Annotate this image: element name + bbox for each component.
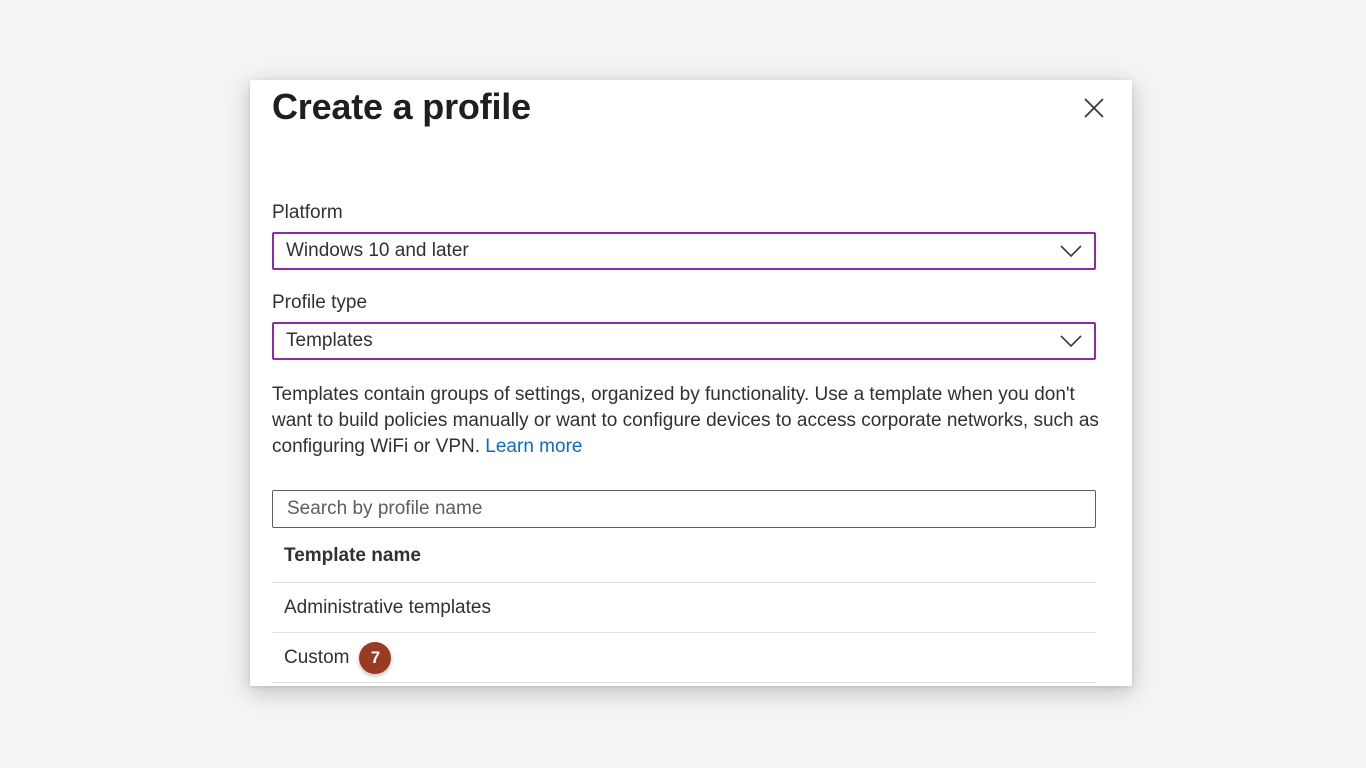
learn-more-link[interactable]: Learn more bbox=[485, 436, 582, 457]
description-text: Templates contain groups of settings, or… bbox=[272, 384, 1099, 457]
dialog-title: Create a profile bbox=[272, 86, 531, 127]
table-row[interactable]: Administrative templates bbox=[272, 583, 1096, 633]
template-name: Administrative templates bbox=[284, 596, 491, 618]
chevron-down-icon bbox=[1060, 245, 1082, 258]
search-input[interactable] bbox=[285, 491, 1079, 527]
platform-value: Windows 10 and later bbox=[286, 240, 469, 261]
templates-table: Template name Administrative templates C… bbox=[272, 530, 1096, 683]
create-profile-dialog: Create a profile Platform Windows 10 and… bbox=[250, 80, 1132, 686]
templates-description: Templates contain groups of settings, or… bbox=[272, 382, 1102, 460]
step-number-badge: 7 bbox=[359, 641, 392, 674]
template-name: Custom bbox=[284, 646, 350, 668]
close-icon bbox=[1084, 98, 1104, 118]
close-button[interactable] bbox=[1080, 94, 1108, 122]
table-row[interactable]: Custom 7 bbox=[272, 633, 1096, 683]
chevron-down-icon bbox=[1060, 335, 1082, 348]
profile-type-label: Profile type bbox=[272, 292, 368, 313]
platform-dropdown[interactable]: Windows 10 and later bbox=[272, 232, 1096, 270]
search-box[interactable] bbox=[272, 490, 1096, 528]
column-header-template-name: Template name bbox=[272, 530, 1096, 583]
profile-type-value: Templates bbox=[286, 330, 373, 351]
platform-label: Platform bbox=[272, 202, 343, 223]
profile-type-dropdown[interactable]: Templates bbox=[272, 322, 1096, 360]
